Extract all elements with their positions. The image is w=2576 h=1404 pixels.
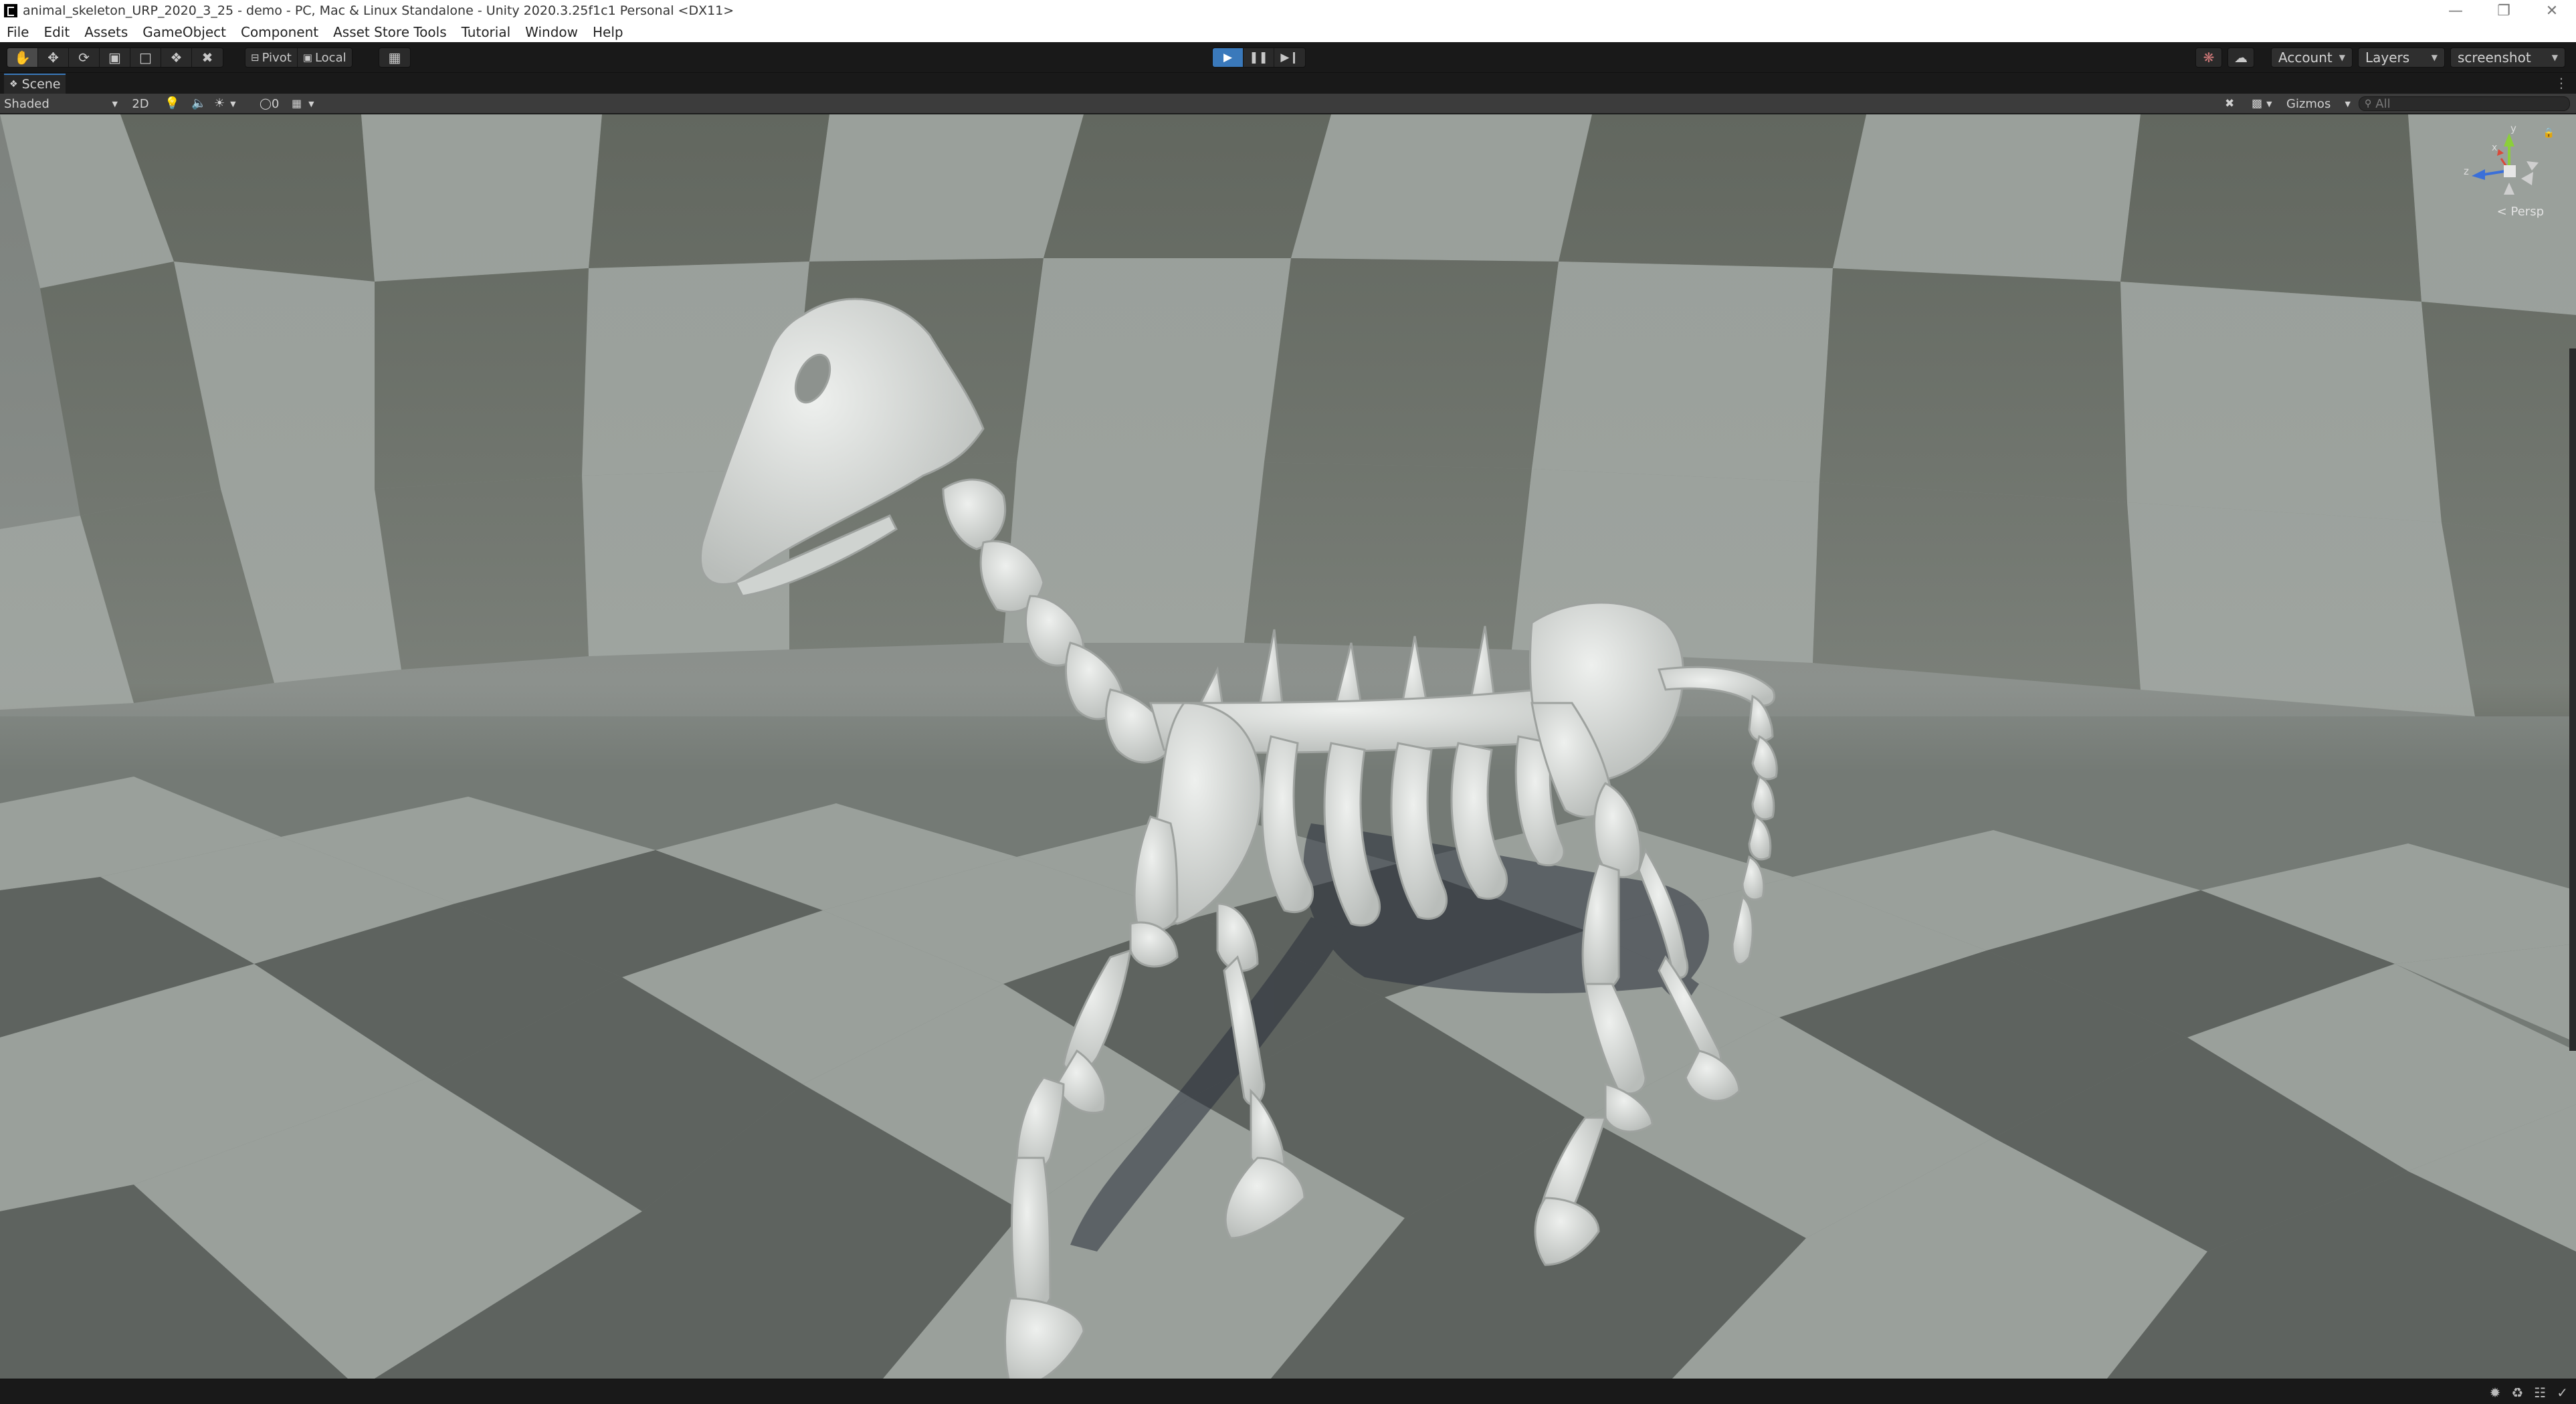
toggle-2d[interactable]: 2D (127, 96, 154, 111)
collab-button: ❋ (2195, 47, 2222, 68)
restore-icon[interactable]: ❐ (2480, 0, 2528, 21)
tab-strip: ❖ Scene ⋮ (0, 74, 2576, 94)
cloud-button: ☁ (2227, 47, 2254, 68)
menu-help[interactable]: Help (593, 24, 623, 40)
search-icon: ⚲ (2365, 98, 2372, 109)
gizmo-y-label: y (2510, 124, 2516, 134)
projection-toggle[interactable]: < Persp (2497, 205, 2544, 219)
chevron-left-icon: < (2496, 205, 2507, 219)
layers-label: Layers (2365, 49, 2410, 66)
rotate-tool-icon[interactable]: ⟳ (69, 48, 100, 67)
hidden-objects-toggle[interactable]: ◯ 0 (260, 96, 279, 111)
menu-edit[interactable]: Edit (43, 24, 70, 40)
grid-icon[interactable]: ▦ (379, 48, 410, 67)
local-toggle[interactable]: ▣ Local (298, 48, 352, 67)
gizmos-dropdown[interactable]: Gizmos ▼ (2286, 96, 2351, 111)
tab-scene-label: Scene (21, 77, 61, 92)
chevron-down-icon: ▼ (2339, 53, 2345, 62)
play-icon[interactable]: ▶ (1213, 48, 1244, 67)
chevron-down-icon: ▼ (2431, 53, 2438, 62)
status-bar: ✹ ♻ ☷ ✓ (0, 1379, 2576, 1404)
collab-icon[interactable]: ❋ (2196, 48, 2221, 67)
move-tool-icon[interactable]: ✥ (38, 48, 69, 67)
menu-file[interactable]: File (7, 24, 29, 40)
more-options-icon[interactable]: ⋮ (2555, 75, 2568, 91)
cloud-icon[interactable]: ☁ (2228, 48, 2254, 67)
tools-icon[interactable]: ✖ (2225, 96, 2234, 111)
pivot-icon: ⊟ (251, 51, 260, 64)
hand-tool-icon[interactable]: ✋ (7, 48, 38, 67)
projection-label: Persp (2510, 205, 2545, 219)
network-icon[interactable]: ☷ (2534, 1385, 2546, 1401)
account-dropdown[interactable]: Account ▼ (2271, 47, 2353, 68)
menu-assets[interactable]: Assets (84, 24, 128, 40)
grid-snap: ▦ (379, 47, 411, 68)
draw-mode-dropdown[interactable]: Shaded ▼ (4, 96, 118, 111)
toggle-2d-label: 2D (132, 96, 149, 111)
pivot-toggle[interactable]: ⊟ Pivot (245, 48, 298, 67)
account-label: Account (2278, 49, 2333, 66)
transform-tool-icon[interactable]: ❖ (161, 48, 192, 67)
pivot-label: Pivot (262, 50, 292, 65)
bug-icon[interactable]: ✹ (2490, 1385, 2501, 1401)
chevron-down-icon: ▼ (2345, 99, 2351, 108)
menu-component[interactable]: Component (241, 24, 318, 40)
menu-bar: File Edit Assets GameObject Component As… (0, 21, 2576, 42)
tab-scene[interactable]: ❖ Scene (4, 74, 66, 94)
scene-render (0, 114, 2576, 1379)
minimize-icon[interactable]: — (2432, 0, 2480, 21)
main-toolbar: ✋ ✥ ⟳ ▣ □ ❖ ✖ ⊟ Pivot ▣ Local ▦ ▶ ❚❚ ▶❙ ❋ … (0, 42, 2576, 73)
pivot-local-toggles: ⊟ Pivot ▣ Local (245, 47, 353, 68)
scene-icon: ❖ (9, 79, 18, 90)
gizmos-label: Gizmos (2286, 96, 2331, 111)
vertical-scrollbar[interactable] (2569, 348, 2576, 1051)
chevron-down-icon: ▼ (112, 99, 118, 108)
gizmo-x-label: x (2492, 142, 2497, 153)
search-placeholder: All (2375, 96, 2391, 111)
rect-tool-icon[interactable]: □ (130, 48, 161, 67)
transform-tools: ✋ ✥ ⟳ ▣ □ ❖ ✖ (7, 47, 223, 68)
check-icon[interactable]: ✓ (2557, 1385, 2568, 1401)
window-title: animal_skeleton_URP_2020_3_25 - demo - P… (23, 3, 734, 18)
window-title-bar: animal_skeleton_URP_2020_3_25 - demo - P… (0, 0, 2576, 21)
audio-toggle-icon[interactable]: 🔈 (191, 96, 206, 111)
grid-visibility-dropdown-icon[interactable]: ▦ ▼ (292, 96, 314, 111)
local-icon: ▣ (302, 51, 312, 64)
effects-dropdown-icon[interactable]: ☀ ▼ (214, 96, 236, 111)
gizmo-z-label: z (2464, 165, 2469, 177)
axis-gizmo-icon: y x z (2464, 124, 2539, 195)
local-label: Local (314, 50, 346, 65)
hidden-count: 0 (271, 96, 280, 111)
layers-dropdown[interactable]: Layers ▼ (2358, 47, 2445, 68)
menu-window[interactable]: Window (525, 24, 578, 40)
menu-gameobject[interactable]: GameObject (142, 24, 226, 40)
eye-slash-icon: ◯ (260, 97, 272, 110)
scene-search-field[interactable]: ⚲ All (2359, 96, 2570, 111)
step-icon[interactable]: ▶❙ (1274, 48, 1305, 67)
lighting-toggle-icon[interactable]: 💡 (165, 96, 179, 111)
pause-icon[interactable]: ❚❚ (1244, 48, 1274, 67)
scene-toolbar: Shaded ▼ 2D 💡 🔈 ☀ ▼ ◯ 0 ▦ ▼ ✖ ▩ ▼ Gizmos ▼ … (0, 94, 2576, 114)
unity-logo-icon (4, 4, 17, 17)
chevron-down-icon: ▼ (2551, 53, 2558, 62)
menu-tutorial[interactable]: Tutorial (462, 24, 511, 40)
custom-tool-icon[interactable]: ✖ (192, 48, 223, 67)
close-icon[interactable]: ✕ (2528, 0, 2576, 21)
scale-tool-icon[interactable]: ▣ (100, 48, 130, 67)
playmode-controls: ▶ ❚❚ ▶❙ (1212, 47, 1306, 68)
lock-icon[interactable]: 🔒 (2543, 128, 2555, 138)
draw-mode-label: Shaded (4, 96, 49, 111)
progress-icon[interactable]: ♻ (2511, 1385, 2523, 1401)
layout-dropdown[interactable]: screenshot ▼ (2450, 47, 2565, 68)
orientation-gizmo[interactable]: y x z 🔒 (2462, 124, 2556, 237)
camera-dropdown-icon[interactable]: ▩ ▼ (2252, 96, 2272, 111)
menu-asset-store-tools[interactable]: Asset Store Tools (333, 24, 447, 40)
layout-label: screenshot (2458, 49, 2531, 66)
scene-viewport[interactable]: y x z 🔒 < Persp (0, 114, 2576, 1379)
